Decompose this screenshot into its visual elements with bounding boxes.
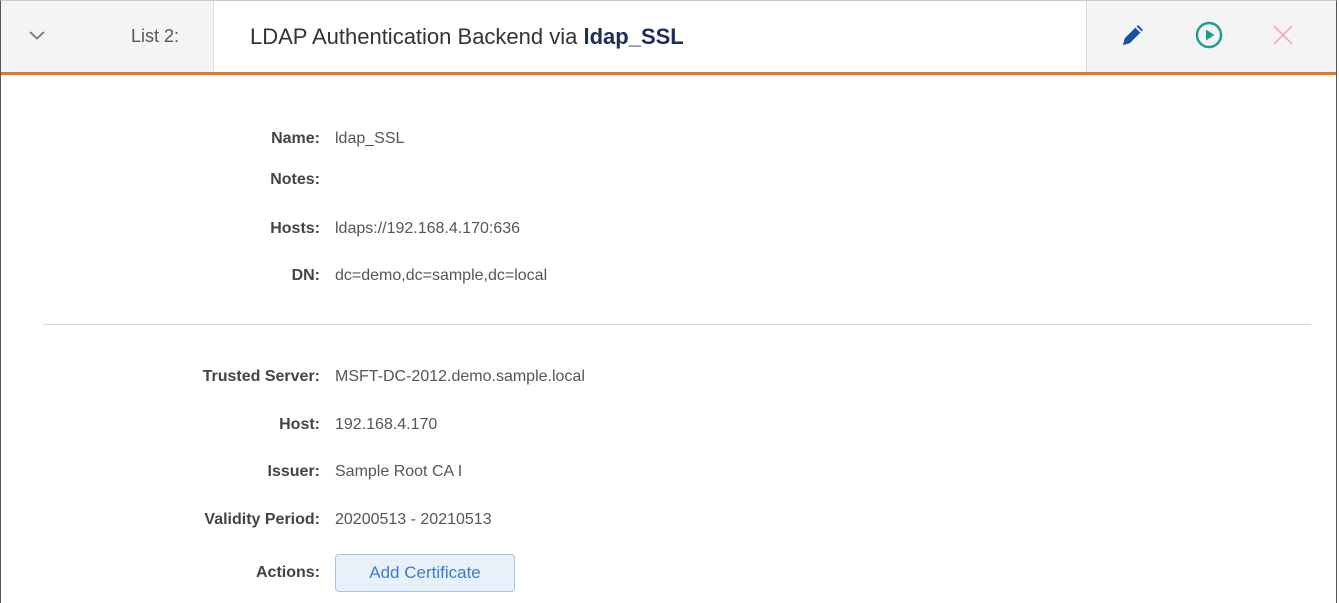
host-label: Host: [279,416,320,433]
panel-header: List 2: LDAP Authentication Backend via … [1,1,1336,75]
name-value: ldap_SSL [335,130,405,147]
close-icon [1270,22,1296,53]
title-backend-name: ldap_SSL [583,24,684,49]
name-label: Name: [271,130,320,147]
list-label: List 2: [131,26,180,46]
section-divider [43,324,1311,325]
pencil-icon [1118,20,1148,55]
dn-label: DN: [291,267,320,284]
edit-button[interactable] [1115,19,1151,55]
add-certificate-button[interactable]: Add Certificate [335,554,515,592]
hosts-row: Hosts: ldaps://192.168.4.170:636 [1,216,901,242]
collapse-button[interactable] [1,1,73,72]
hosts-value: ldaps://192.168.4.170:636 [335,220,521,237]
actions-label: Actions: [256,564,320,581]
notes-label: Notes: [270,171,320,188]
validity-row: Validity Period: 20200513 - 20210513 [1,507,901,533]
run-test-button[interactable] [1191,19,1227,55]
validity-label: Validity Period: [204,511,320,528]
trusted-server-label: Trusted Server: [202,368,320,385]
host-row: Host: 192.168.4.170 [1,412,901,438]
trusted-server-row: Trusted Server: MSFT-DC-2012.demo.sample… [1,364,901,390]
panel-title: LDAP Authentication Backend via ldap_SSL [250,1,684,72]
ldap-backend-panel: List 2: LDAP Authentication Backend via … [0,0,1337,603]
name-row: Name: ldap_SSL [1,126,901,152]
dn-value: dc=demo,dc=sample,dc=local [335,267,548,284]
notes-row: Notes: [1,167,901,193]
delete-button[interactable] [1265,19,1301,55]
hosts-label: Hosts: [270,220,320,237]
host-value: 192.168.4.170 [335,416,438,433]
issuer-row: Issuer: Sample Root CA I [1,459,901,485]
play-circle-icon [1194,20,1224,55]
dn-row: DN: dc=demo,dc=sample,dc=local [1,263,901,289]
chevron-down-icon [28,28,46,46]
title-area: LDAP Authentication Backend via ldap_SSL [213,1,1087,72]
title-prefix: LDAP Authentication Backend via [250,24,578,49]
validity-value: 20200513 - 20210513 [335,511,492,528]
trusted-server-value: MSFT-DC-2012.demo.sample.local [335,368,585,385]
issuer-value: Sample Root CA I [335,463,463,480]
issuer-label: Issuer: [267,463,320,480]
